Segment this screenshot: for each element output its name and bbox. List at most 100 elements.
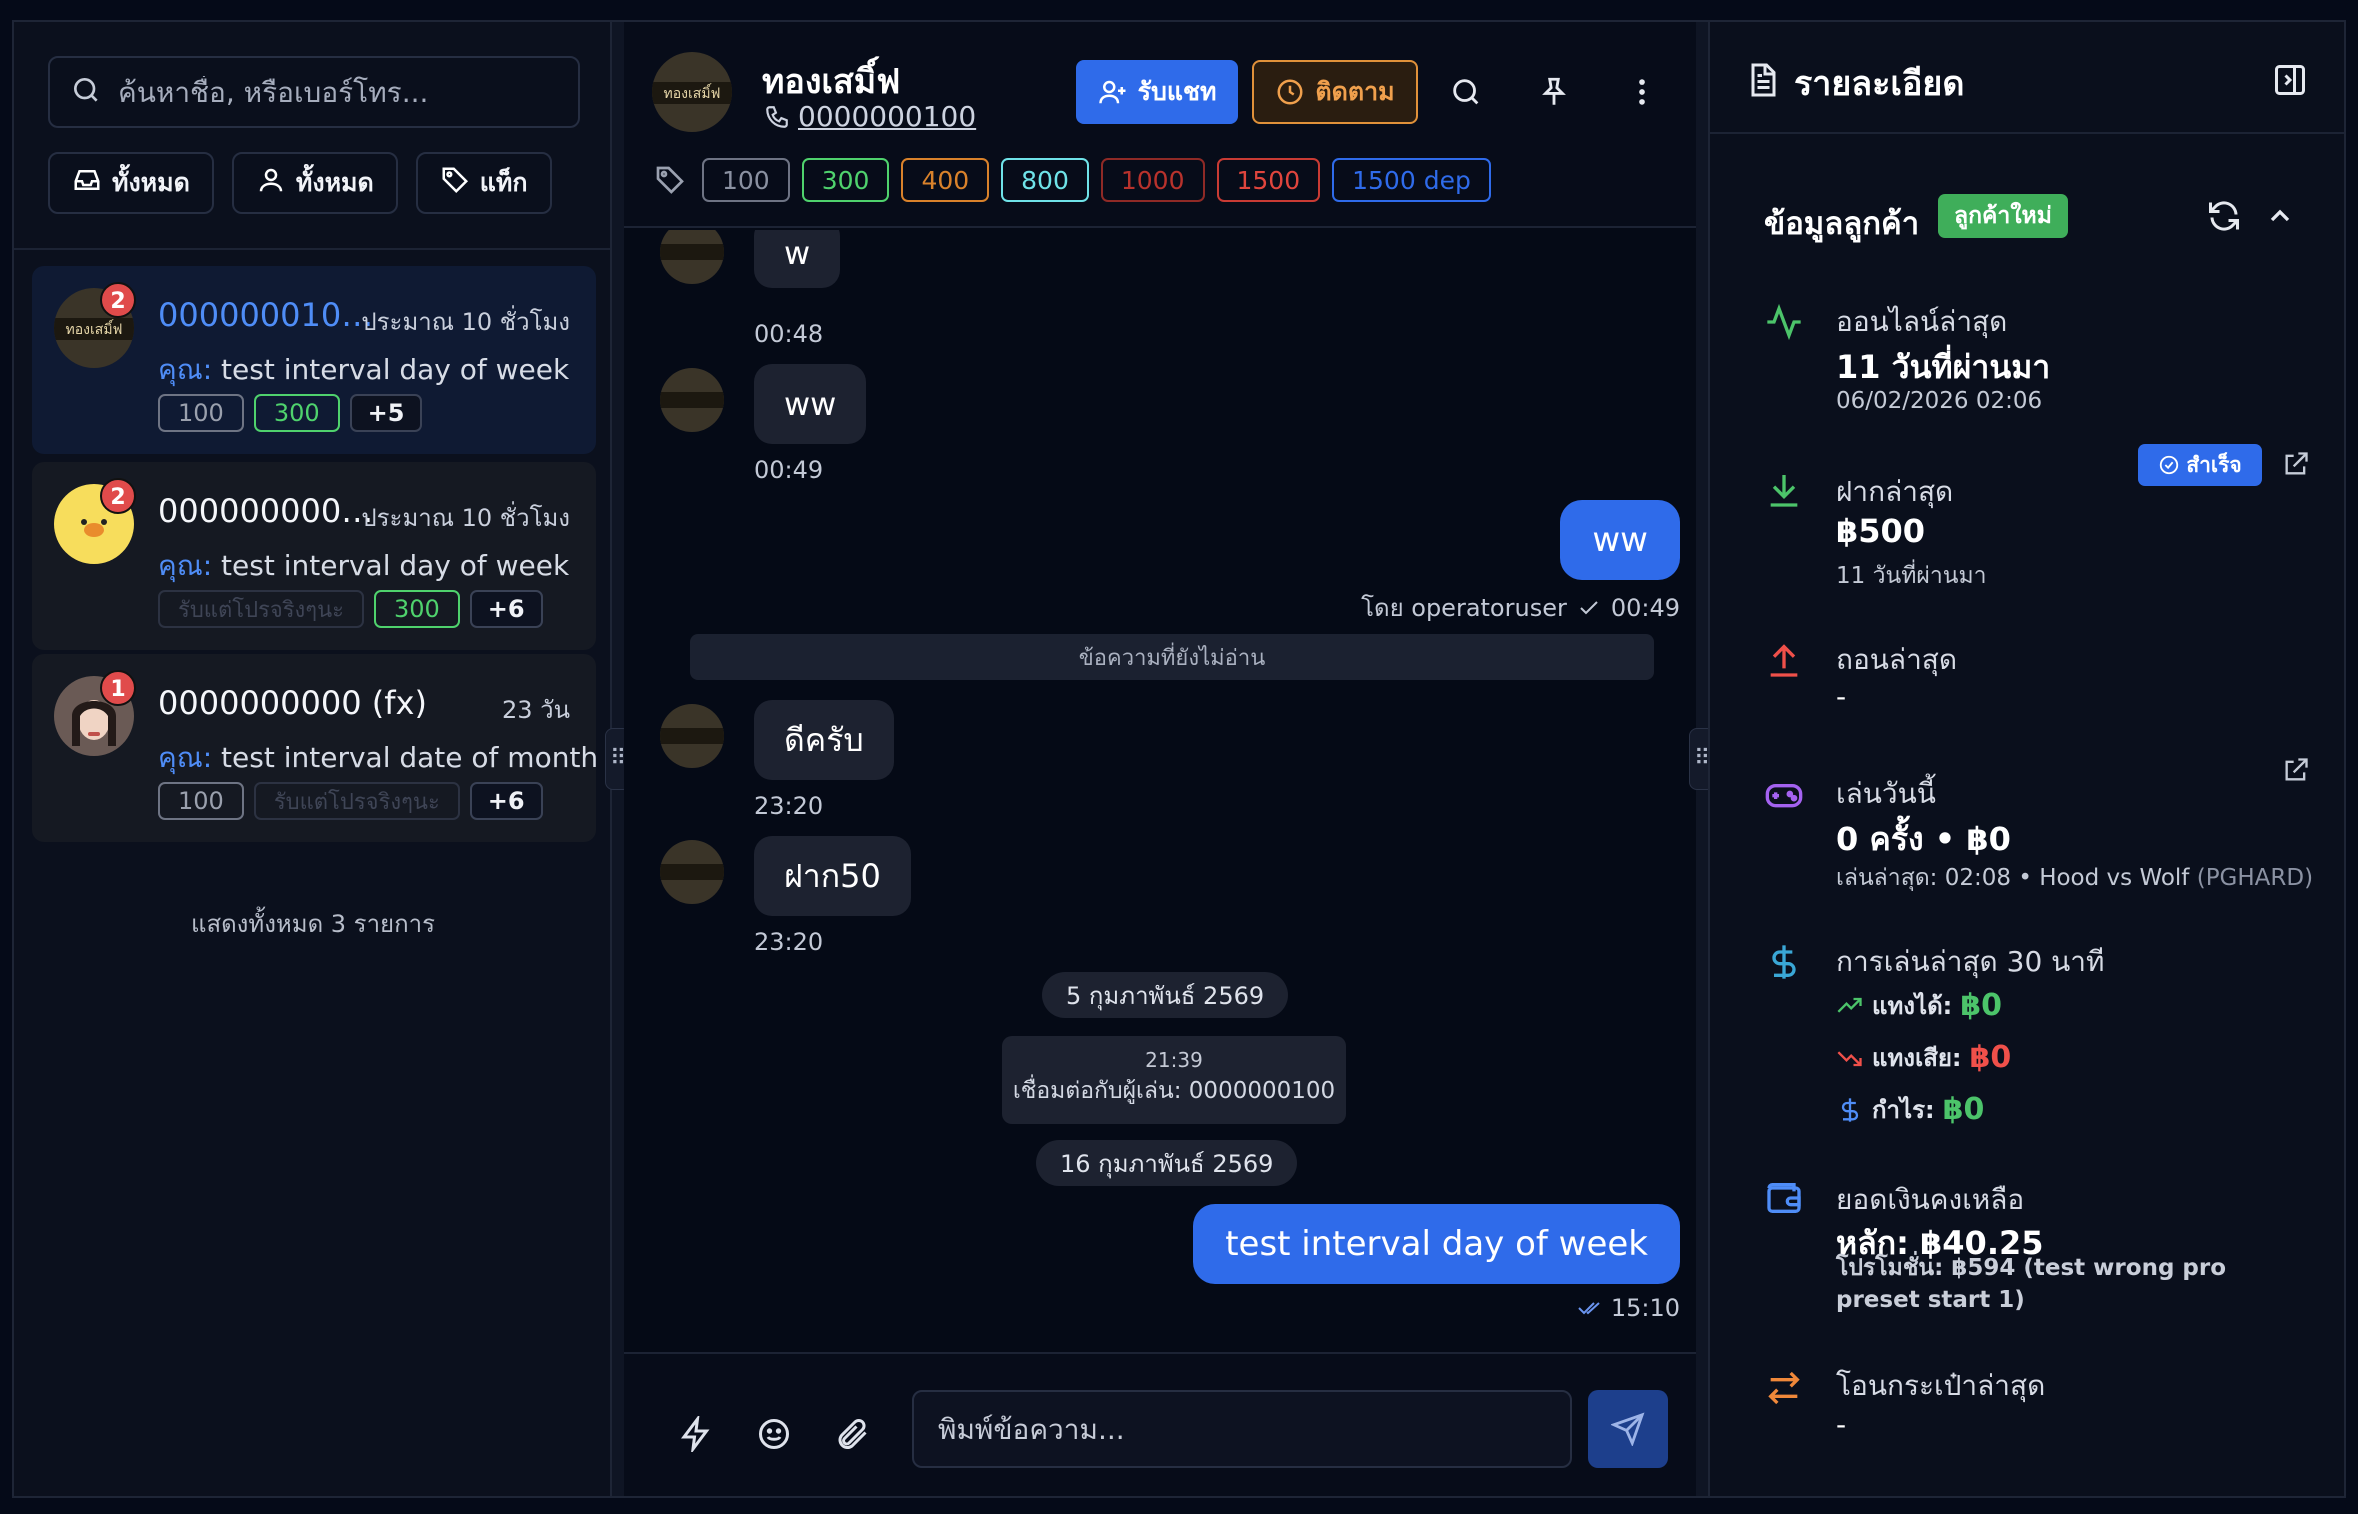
message-time: 23:20 (754, 792, 824, 820)
conversation-item[interactable]: ทองเสมิ์ฟ 2 0000000100... ประมาณ 10 ชั่ว… (32, 266, 596, 454)
activity-icon (1767, 303, 1801, 341)
customer-info-title: ข้อมูลลูกค้า (1764, 206, 1920, 242)
download-icon (1770, 475, 1798, 507)
inbox-icon (72, 165, 102, 201)
filter-user-label: ทั้งหมด (295, 168, 374, 197)
message-input[interactable] (912, 1390, 1572, 1468)
sent-by: โดย operatoruser (1361, 594, 1567, 622)
contact-tags: 100 300 400 800 1000 1500 1500 dep (654, 158, 1491, 202)
tag-chip[interactable]: 400 (901, 158, 990, 202)
emoji-icon[interactable] (756, 1416, 796, 1456)
message-time: 00:49 (1610, 593, 1680, 622)
tag-chip[interactable]: 800 (1001, 158, 1089, 202)
search-box[interactable] (48, 56, 580, 128)
svg-text:ทองเสมิ์ฟ: ทองเสมิ์ฟ (66, 319, 123, 338)
send-button[interactable] (1588, 1390, 1668, 1468)
accept-chat-label: รับแชท (1137, 77, 1217, 106)
search-input[interactable] (118, 75, 558, 109)
follow-button[interactable]: ติดตาม (1252, 60, 1418, 124)
pin-icon[interactable] (1534, 72, 1574, 112)
upload-icon (1770, 644, 1798, 677)
tag-chip[interactable]: 100 (702, 158, 790, 202)
conversation-item[interactable]: 1 0000000000 (fx) 23 วัน คุณ: test inter… (32, 654, 598, 842)
conversation-time: ประมาณ 10 ชั่วโมง (361, 308, 570, 336)
document-icon (1751, 63, 1776, 97)
balance-label: ยอดเงินคงเหลือ (1836, 1183, 2025, 1216)
message-time: 00:48 (754, 320, 824, 348)
chevron-up-icon[interactable] (2264, 200, 2296, 232)
filter-tag-button[interactable]: แท็ก (415, 152, 552, 214)
sender-label: คุณ: (158, 741, 213, 774)
win-value: ฿0 (1960, 988, 2003, 1023)
lose-label: แทงเสีย: (1872, 1044, 1962, 1072)
filter-bar: ทั้งหมด ทั้งหมด แท็ก (48, 152, 552, 214)
filter-inbox-button[interactable]: ทั้งหมด (48, 152, 214, 214)
conversation-tags: 100 300 +5 (158, 394, 423, 432)
search-icon (70, 74, 102, 110)
conversation-preview: คุณ: test interval date of month (158, 736, 598, 780)
tag-chip[interactable]: 1500 dep (1332, 158, 1491, 202)
phone-icon (766, 105, 788, 128)
message-time: 00:49 (754, 456, 824, 484)
status-badge: สำเร็จ (2138, 444, 2262, 486)
tag-chip[interactable]: 1000 (1100, 158, 1205, 202)
refresh-icon[interactable] (2206, 198, 2242, 234)
svg-text:ทองเสมิ์ฟ: ทองเสมิ์ฟ (664, 83, 721, 102)
wallet-transfer-value: - (1836, 1408, 1847, 1441)
accept-chat-button[interactable]: รับแชท (1076, 60, 1238, 124)
tag-chip: รับแต่โปรจริงๆนะ (158, 590, 364, 628)
last-withdraw-label: ถอนล่าสุด (1836, 643, 1958, 676)
quick-reply-icon[interactable] (678, 1413, 718, 1456)
win-row: แทงได้: ฿0 (1836, 986, 2002, 1025)
transfer-icon (1768, 1371, 1800, 1405)
dollar-icon (1772, 945, 1796, 979)
promo-balance: โปรโมชั่น: ฿594 (test wrong pro preset s… (1836, 1255, 2227, 1313)
conversation-tags: 100 รับแต่โปรจริงๆนะ +6 (158, 782, 543, 820)
panel-collapse-icon[interactable] (2272, 62, 2308, 98)
message-composer (624, 1352, 1712, 1496)
contact-phone[interactable]: 0000000100 (764, 100, 976, 133)
check-icon (1580, 600, 1598, 614)
game-code: (PGHARD) (2196, 865, 2314, 891)
sender-label: คุณ: (158, 353, 213, 386)
message-list[interactable]: w 00:48 ww 00:49 ww โดย operatoruser 00:… (624, 230, 1712, 1358)
follow-label: ติดตาม (1315, 77, 1395, 106)
message-meta: โดย operatoruser 00:49 (1361, 588, 1680, 627)
avatar (660, 840, 724, 904)
app-window: ทั้งหมด ทั้งหมด แท็ก ทองเสมิ์ฟ 2 0000000… (12, 20, 2346, 1498)
message-bubble-incoming: ww (754, 364, 867, 444)
details-title: รายละเอียด (1794, 64, 1965, 104)
system-message-text: เชื่อมต่อกับผู้เล่น: 0000000100 (1012, 1078, 1336, 1104)
external-link-icon[interactable] (2282, 756, 2310, 784)
filter-inbox-label: ทั้งหมด (112, 168, 190, 197)
tag-chip[interactable]: 1500 (1216, 158, 1321, 202)
external-link-icon[interactable] (2282, 450, 2310, 478)
filter-user-button[interactable]: ทั้งหมด (231, 152, 398, 214)
list-count-text: แสดงทั้งหมด 3 รายการ (190, 910, 436, 938)
last-online-date: 06/02/2026 02:06 (1836, 388, 2043, 414)
profit-label: กำไร: (1872, 1096, 1935, 1124)
preview-text: test interval date of month (221, 741, 599, 774)
check-circle-icon (2160, 455, 2179, 475)
wallet-icon (1767, 1183, 1801, 1213)
profit-row: กำไร: ฿0 (1836, 1090, 1984, 1129)
last-withdraw-value: - (1836, 680, 1847, 713)
play-today-label: เล่นวันนี้ (1836, 777, 1936, 810)
conversation-item[interactable]: 2 0000000001... ประมาณ 10 ชั่วโมง คุณ: t… (32, 462, 596, 650)
tag-chip[interactable]: 300 (801, 158, 890, 202)
win-label: แทงได้: (1872, 992, 1953, 1020)
tag-chip: 300 (253, 394, 340, 432)
message-time: 23:20 (754, 928, 824, 956)
unread-divider: ข้อความที่ยังไม่อ่าน (690, 634, 1654, 680)
more-tags-chip: +6 (469, 782, 543, 820)
recent-play-label: การเล่นล่าสุด 30 นาที (1836, 945, 2105, 978)
conversation-preview: คุณ: test interval day of week (158, 544, 569, 588)
more-tags-chip: +5 (349, 394, 423, 432)
status-label: สำเร็จ (2186, 452, 2242, 477)
search-icon[interactable] (1446, 72, 1486, 112)
conversation-name: 0000000001... (158, 492, 388, 530)
user-plus-icon (1098, 80, 1126, 104)
phone-number[interactable]: 0000000100 (798, 100, 976, 133)
more-vertical-icon[interactable] (1622, 72, 1662, 112)
attachment-icon[interactable] (834, 1416, 874, 1456)
